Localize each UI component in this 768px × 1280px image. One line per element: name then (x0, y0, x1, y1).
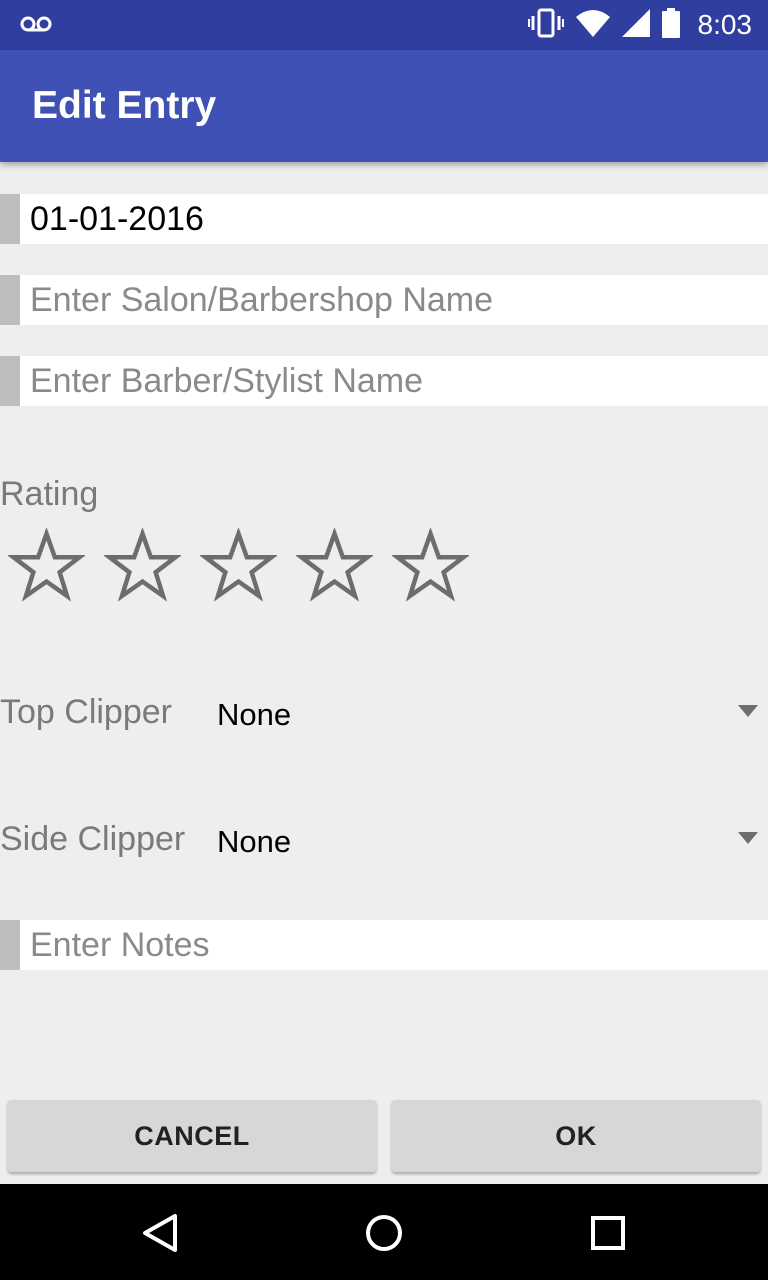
edit-entry-screen: 8:03 Edit Entry Rating (0, 0, 768, 1280)
status-bar: 8:03 (0, 0, 768, 50)
date-input[interactable] (30, 194, 760, 244)
field-marker (0, 356, 20, 406)
notes-input[interactable] (30, 920, 760, 970)
salon-field (0, 275, 768, 325)
star-4-icon[interactable] (296, 528, 373, 605)
side-clipper-value: None (217, 824, 292, 859)
star-1-icon[interactable] (8, 528, 85, 605)
field-marker (0, 275, 20, 325)
page-title: Edit Entry (32, 84, 217, 127)
top-clipper-label: Top Clipper (0, 693, 172, 731)
star-2-icon[interactable] (104, 528, 181, 605)
battery-icon (661, 7, 680, 43)
dropdown-arrow-icon (738, 832, 758, 844)
home-icon[interactable] (361, 1210, 407, 1256)
star-3-icon[interactable] (200, 528, 277, 605)
date-field (0, 194, 768, 244)
rating-label: Rating (0, 475, 99, 513)
field-marker (0, 920, 20, 970)
barber-name-input[interactable] (30, 356, 760, 406)
back-icon[interactable] (137, 1210, 183, 1256)
field-marker (0, 194, 20, 244)
rating-bar[interactable] (8, 528, 469, 605)
side-clipper-label: Side Clipper (0, 820, 186, 858)
cancel-button[interactable]: CANCEL (8, 1100, 376, 1172)
recents-icon[interactable] (585, 1210, 631, 1256)
notes-field (0, 920, 768, 970)
app-bar: Edit Entry (0, 50, 768, 162)
dropdown-arrow-icon (738, 705, 758, 717)
salon-name-input[interactable] (30, 275, 760, 325)
top-clipper-value: None (217, 697, 292, 732)
clock: 8:03 (697, 9, 753, 40)
ok-button[interactable]: OK (392, 1100, 760, 1172)
vibrate-icon (527, 8, 564, 43)
side-clipper-row: Side Clipper None (0, 810, 768, 870)
status-icons: 8:03 (527, 7, 753, 43)
signal-icon (621, 8, 650, 42)
voicemail-icon (20, 14, 52, 39)
navigation-bar (0, 1184, 768, 1280)
barber-field (0, 356, 768, 406)
top-clipper-row: Top Clipper None (0, 683, 768, 743)
star-5-icon[interactable] (392, 528, 469, 605)
wifi-icon (575, 9, 610, 42)
